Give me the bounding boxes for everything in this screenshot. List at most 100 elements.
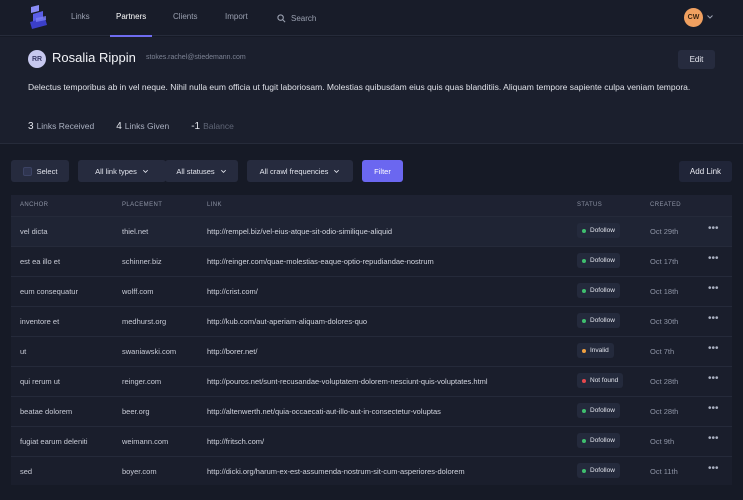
select-label: Select: [36, 166, 58, 176]
more-options-icon[interactable]: •••: [708, 314, 719, 324]
partner-avatar: RR: [28, 50, 46, 68]
stat-label: Links Given: [124, 121, 170, 131]
nav-link-import[interactable]: Import: [225, 12, 248, 36]
created-cell: Oct 28th: [650, 407, 679, 416]
status-badge: Dofollow: [577, 463, 620, 478]
edit-button[interactable]: Edit: [678, 50, 715, 69]
more-options-icon[interactable]: •••: [708, 464, 719, 474]
add-link-button[interactable]: Add Link: [679, 161, 732, 182]
status-badge: Dofollow: [577, 433, 620, 448]
created-cell: Oct 30th: [650, 317, 679, 326]
created-cell: Oct 29th: [650, 227, 679, 236]
status-dot-icon: [582, 258, 586, 263]
placement-cell: thiel.net: [122, 227, 149, 236]
status-dropdown[interactable]: All statuses: [165, 160, 238, 182]
anchor-cell: inventore et: [20, 317, 60, 326]
column-header-placement[interactable]: PLACEMENT: [122, 202, 162, 208]
placement-cell: beer.org: [122, 407, 150, 416]
more-options-icon[interactable]: •••: [708, 404, 719, 414]
more-options-icon[interactable]: •••: [708, 374, 719, 384]
select-all-button[interactable]: Select: [11, 160, 69, 182]
status-badge: Dofollow: [577, 403, 620, 418]
stat-label: Balance: [203, 121, 234, 131]
status-label: Invalid: [590, 347, 609, 354]
app-logo-icon[interactable]: [27, 5, 49, 30]
status-label: Dofollow: [590, 317, 615, 324]
link-type-dropdown[interactable]: All link types: [78, 160, 166, 182]
status-badge: Not found: [577, 373, 624, 388]
user-avatar[interactable]: CW: [684, 8, 703, 27]
placement-cell: medhurst.org: [122, 317, 167, 326]
anchor-cell: ut: [20, 347, 27, 356]
link-cell[interactable]: http://fritsch.com/: [207, 437, 264, 446]
table-row[interactable]: eum consequatur wolff.com http://crist.com…: [11, 276, 732, 306]
nav-link-clients[interactable]: Clients: [173, 12, 197, 36]
crawl-frequency-dropdown[interactable]: All crawl frequencies: [247, 160, 353, 182]
link-cell[interactable]: http://rempel.biz/vel-eius-atque-sit-odi…: [207, 227, 392, 236]
table-row[interactable]: ut swaniawski.com http://borer.net/Invalid…: [11, 336, 732, 366]
link-cell[interactable]: http://kub.com/aut-aperiam-aliquam-dolor…: [207, 317, 367, 326]
anchor-cell: fugiat earum deleniti: [20, 437, 88, 446]
stat-value: 4: [116, 121, 122, 132]
anchor-cell: qui rerum ut: [20, 377, 61, 386]
placement-cell: wolff.com: [122, 287, 154, 296]
nav-link-partners[interactable]: Partners: [109, 12, 153, 37]
column-header-anchor[interactable]: ANCHOR: [20, 202, 48, 208]
table-row[interactable]: fugiat earum deleniti weimann.com http://f…: [11, 426, 732, 456]
stat-links-received: 3 Links Received: [28, 121, 94, 132]
anchor-cell: est ea illo et: [20, 257, 61, 266]
stat-balance: -1 Balance: [191, 121, 234, 132]
more-options-icon[interactable]: •••: [708, 284, 719, 294]
created-cell: Oct 18th: [650, 287, 679, 296]
link-cell[interactable]: http://altenwerth.net/quia-occaecati-aut…: [207, 407, 441, 416]
table-row[interactable]: qui rerum ut reinger.com http://pouros.net…: [11, 366, 732, 396]
column-header-created[interactable]: CREATED: [650, 202, 681, 208]
chevron-down-icon[interactable]: [706, 13, 714, 21]
link-cell[interactable]: http://pouros.net/sunt-recusandae-volupt…: [207, 377, 488, 386]
column-header-status[interactable]: STATUS: [577, 202, 602, 208]
status-badge: Invalid: [577, 343, 614, 358]
links-table: ANCHOR PLACEMENT LINK STATUS CREATED vel…: [11, 195, 732, 485]
more-options-icon[interactable]: •••: [708, 224, 719, 234]
table-row[interactable]: est ea illo et schinner.biz http://reinger…: [11, 246, 732, 276]
table-row[interactable]: beatae dolorem beer.org http://altenwerth.…: [11, 396, 732, 426]
status-dot-icon: [582, 468, 586, 473]
status-label: Dofollow: [590, 407, 615, 414]
placement-cell: reinger.com: [122, 377, 162, 386]
table-row[interactable]: inventore et medhurst.org http://kub.com/a…: [11, 306, 732, 336]
table-row[interactable]: sed boyer.com http://dicki.org/harum-ex-es…: [11, 456, 732, 486]
status-dot-icon: [582, 318, 586, 323]
status-label: Not found: [590, 377, 619, 384]
placement-cell: schinner.biz: [122, 257, 162, 266]
crawl-frequency-label: All crawl frequencies: [259, 166, 329, 176]
created-cell: Oct 28th: [650, 377, 679, 386]
link-cell[interactable]: http://dicki.org/harum-ex-est-assumenda-…: [207, 467, 465, 476]
chevron-down-icon: [220, 169, 226, 173]
more-options-icon[interactable]: •••: [708, 434, 719, 444]
search-button[interactable]: Search: [277, 11, 316, 25]
select-all-checkbox[interactable]: [22, 166, 32, 176]
nav-link-links[interactable]: Links: [71, 12, 90, 36]
status-label: Dofollow: [590, 287, 615, 294]
status-dot-icon: [582, 378, 586, 383]
partner-name: Rosalia Rippin: [52, 50, 136, 65]
link-cell[interactable]: http://crist.com/: [207, 287, 258, 296]
column-header-link[interactable]: LINK: [207, 202, 222, 208]
link-cell[interactable]: http://reinger.com/quae-molestias-eaque-…: [207, 257, 434, 266]
status-label: Dofollow: [590, 227, 615, 234]
filter-button[interactable]: Filter: [362, 160, 403, 182]
search-label: Search: [291, 13, 317, 23]
placement-cell: boyer.com: [122, 467, 157, 476]
more-options-icon[interactable]: •••: [708, 344, 719, 354]
partner-stats: 3 Links Received 4 Links Given -1 Balanc…: [28, 121, 256, 132]
created-cell: Oct 11th: [650, 467, 678, 476]
status-badge: Dofollow: [577, 223, 620, 238]
more-options-icon[interactable]: •••: [708, 254, 719, 264]
status-badge: Dofollow: [577, 313, 620, 328]
status-dot-icon: [582, 408, 586, 413]
link-cell[interactable]: http://borer.net/: [207, 347, 257, 356]
created-cell: Oct 17th: [650, 257, 679, 266]
placement-cell: swaniawski.com: [122, 347, 177, 356]
status-label: Dofollow: [590, 437, 615, 444]
table-row[interactable]: vel dicta thiel.net http://rempel.biz/vel-…: [11, 216, 732, 246]
